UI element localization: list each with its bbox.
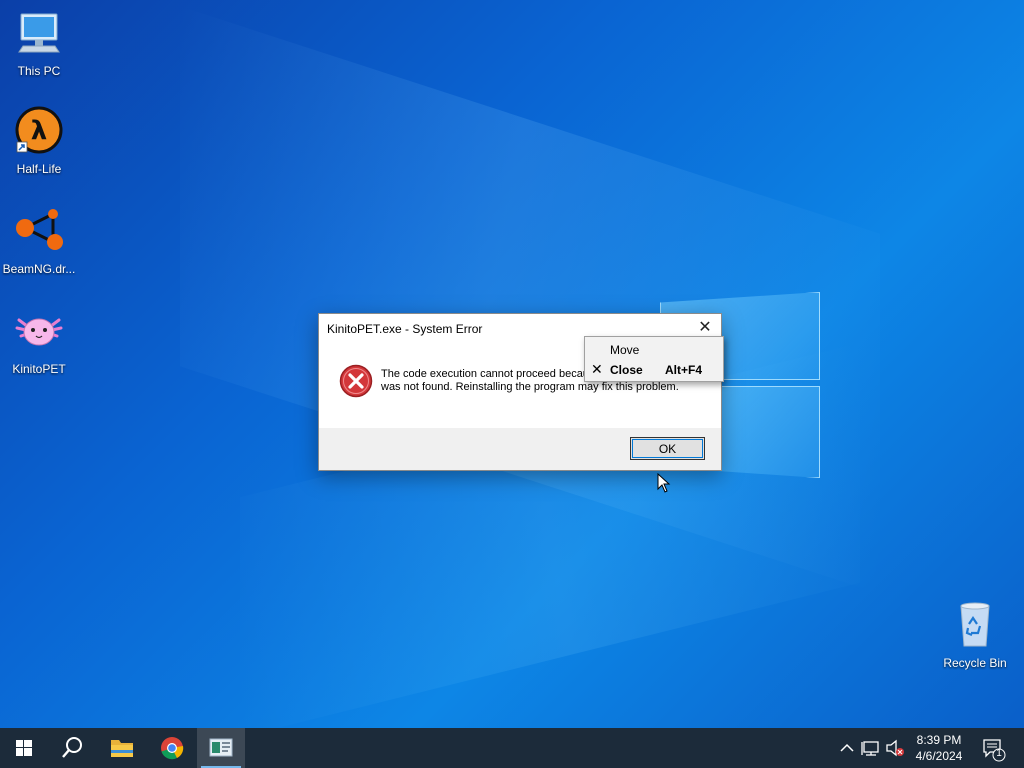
kinitopet-icon [13, 306, 65, 358]
desktop-icon-label: Recycle Bin [943, 656, 1007, 670]
search-button[interactable] [48, 728, 96, 768]
taskbar-clock[interactable]: 8:39 PM 4/6/2024 [906, 732, 972, 764]
desktop-icon-beamng[interactable]: BeamNG.dr... [0, 206, 78, 276]
desktop-icon-kinitopet[interactable]: KinitoPET [0, 306, 78, 376]
start-button[interactable] [0, 728, 48, 768]
desktop-icon-label: This PC [17, 64, 61, 78]
taskbar-file-explorer[interactable] [98, 728, 146, 768]
desktop-icon-label: KinitoPET [12, 362, 66, 376]
computer-icon [13, 8, 65, 60]
search-icon [62, 737, 82, 758]
clock-date: 4/6/2024 [915, 749, 963, 763]
desktop-icon-half-life[interactable]: λ Half-Life [0, 106, 78, 176]
network-tray-button[interactable] [860, 728, 882, 768]
desktop-icon-label: Half-Life [16, 162, 62, 176]
taskbar: 8:39 PM 4/6/2024 1 [0, 728, 1024, 768]
close-icon[interactable]: ✕ [695, 318, 715, 338]
menu-item-label: Close [610, 363, 643, 377]
dialog-footer: OK [319, 428, 721, 470]
ok-button[interactable]: OK [630, 437, 705, 460]
beamng-icon [13, 206, 65, 258]
action-center-button[interactable]: 1 [978, 728, 1012, 768]
volume-muted-icon [886, 739, 904, 757]
show-hidden-icons-button[interactable] [838, 728, 856, 768]
app-window-icon [209, 738, 233, 757]
menu-item-shortcut: Alt+F4 [665, 363, 703, 377]
volume-tray-button[interactable] [884, 728, 906, 768]
clock-time: 8:39 PM [916, 733, 962, 747]
svg-text:λ: λ [31, 116, 47, 146]
mouse-cursor-icon [657, 472, 671, 493]
error-icon [339, 364, 373, 398]
chevron-up-icon [840, 743, 854, 752]
folder-icon [111, 740, 133, 757]
window-system-menu: Move ✕ Close Alt+F4 [584, 336, 724, 382]
menu-item-move[interactable]: Move [585, 339, 723, 359]
chrome-icon [161, 737, 184, 760]
dialog-title: KinitoPET.exe - System Error [327, 322, 483, 336]
desktop-icon-recycle-bin[interactable]: Recycle Bin [936, 600, 1014, 670]
menu-item-close[interactable]: ✕ Close Alt+F4 [585, 359, 723, 379]
windows-logo-icon [16, 740, 32, 756]
half-life-icon: λ [13, 106, 65, 158]
desktop-icon-this-pc[interactable]: This PC [0, 8, 78, 78]
close-icon: ✕ [591, 361, 603, 377]
recycle-bin-icon [949, 600, 1001, 652]
notification-count-badge: 1 [996, 748, 1002, 759]
desktop: This PC λ Half-Life BeamNG.dr... KinitoP… [0, 0, 1024, 728]
taskbar-chrome[interactable] [148, 728, 196, 768]
network-icon [861, 741, 879, 756]
taskbar-kinitopet-app[interactable] [197, 728, 245, 768]
menu-item-label: Move [610, 343, 640, 357]
desktop-icon-label: BeamNG.dr... [2, 262, 76, 276]
notification-icon [983, 739, 1006, 762]
